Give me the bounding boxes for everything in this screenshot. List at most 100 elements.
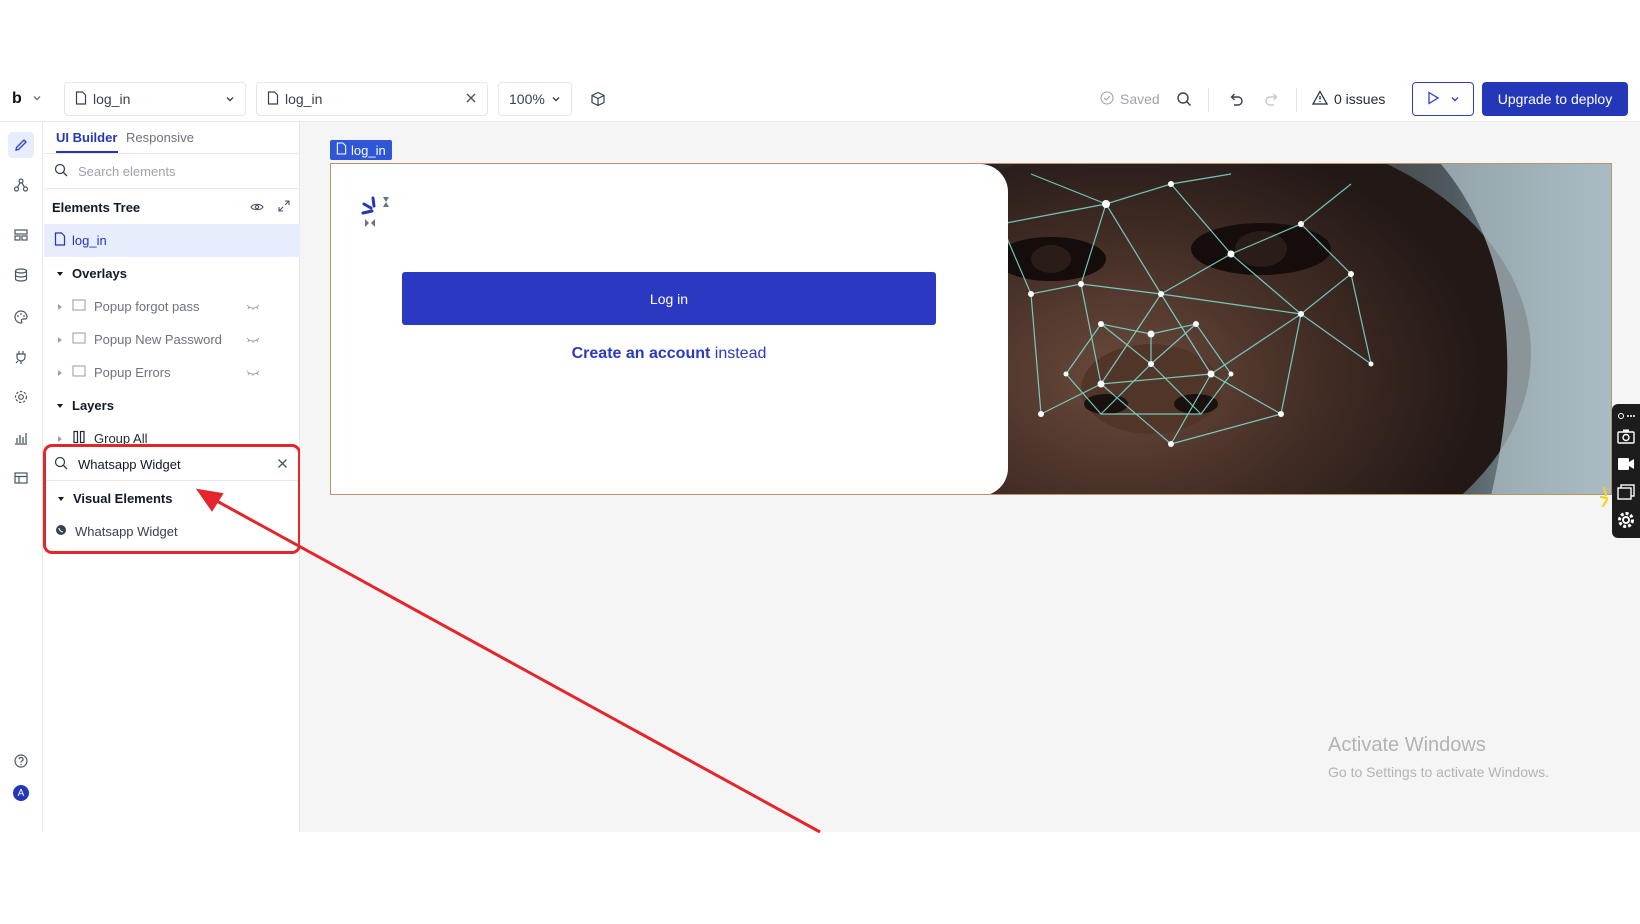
section-label: Visual Elements — [73, 491, 173, 506]
page-icon — [54, 232, 66, 249]
expand-icon[interactable] — [278, 200, 290, 215]
face-mesh-image — [971, 164, 1611, 494]
divider — [1296, 88, 1297, 112]
tree-item-popup-new-password[interactable]: Popup New Password — [44, 323, 300, 356]
play-icon — [1426, 90, 1440, 108]
clear-search-icon[interactable] — [277, 457, 288, 472]
create-account-bold: Create an account — [571, 345, 711, 362]
issues-label: 0 issues — [1334, 91, 1386, 107]
open-page-label: log_in — [285, 91, 323, 107]
close-icon[interactable] — [465, 91, 477, 107]
canvas-page-label[interactable]: log_in — [330, 140, 392, 160]
undo-icon[interactable] — [1224, 82, 1248, 116]
table-icon[interactable] — [8, 465, 34, 491]
tree-section-overlays[interactable]: Overlays — [44, 257, 300, 290]
app-window: b log_in log_in 100% Saved 0 issues Upgr… — [0, 78, 1640, 832]
section-label: Overlays — [72, 266, 127, 281]
gear-icon[interactable] — [1616, 510, 1636, 530]
eye-icon[interactable] — [250, 200, 264, 215]
tree-item-popup-forgot-pass[interactable]: Popup forgot pass — [44, 290, 300, 323]
spinner-icon — [1599, 486, 1614, 513]
highlighted-search-results: Whatsapp Widget Visual Elements Whatsapp… — [43, 444, 301, 554]
zoom-value: 100% — [509, 91, 545, 107]
zoom-selector[interactable]: 100% — [498, 82, 572, 116]
caret-right-icon — [56, 299, 64, 314]
page-frame[interactable]: Log in Create an account instead — [330, 163, 1612, 495]
camera-icon[interactable] — [1616, 426, 1636, 446]
whatsapp-icon — [55, 524, 67, 539]
chevron-down-icon — [225, 91, 235, 107]
hidden-eye-icon[interactable] — [246, 332, 260, 347]
settings-icon[interactable] — [8, 384, 34, 410]
avatar[interactable]: A — [13, 785, 29, 801]
caret-down-icon — [57, 491, 65, 506]
saved-label: Saved — [1120, 91, 1160, 107]
saved-status: Saved — [1100, 82, 1160, 116]
left-icon-sidebar: A — [0, 122, 43, 832]
page-selector-label: log_in — [93, 91, 131, 107]
preview-button[interactable] — [1412, 82, 1474, 116]
log-in-button[interactable]: Log in — [402, 272, 936, 325]
popup-icon — [72, 332, 86, 347]
issues-button[interactable]: 0 issues — [1311, 82, 1386, 116]
result-item-whatsapp-widget[interactable]: Whatsapp Widget — [45, 515, 301, 548]
help-icon[interactable] — [8, 748, 34, 774]
more-icon[interactable] — [1616, 406, 1636, 426]
popup-icon — [72, 299, 86, 314]
result-item-label: Whatsapp Widget — [75, 524, 178, 539]
hidden-eye-icon[interactable] — [246, 365, 260, 380]
search-elements-placeholder: Search elements — [78, 164, 176, 179]
page-icon — [75, 90, 87, 108]
pencil-icon[interactable] — [8, 132, 34, 158]
layout-icon[interactable] — [8, 222, 34, 248]
check-circle-icon — [1100, 90, 1114, 108]
panel-tabs: UI Builder Responsive — [44, 122, 300, 154]
palette-icon[interactable] — [8, 304, 34, 330]
section-label: Layers — [72, 398, 114, 413]
tree-item-label: Popup Errors — [94, 365, 171, 380]
result-section-visual-elements[interactable]: Visual Elements — [45, 482, 301, 515]
open-page-tab[interactable]: log_in — [256, 82, 488, 116]
page-icon — [336, 142, 347, 158]
design-canvas[interactable]: log_in Log in Create an account instead … — [300, 122, 1640, 832]
login-card: Log in Create an account instead — [331, 164, 1008, 494]
cube-icon[interactable] — [586, 82, 610, 116]
warning-icon — [1311, 90, 1329, 108]
caret-down-icon — [56, 398, 64, 413]
window-icon[interactable] — [1616, 482, 1636, 502]
page-selector[interactable]: log_in — [64, 82, 246, 116]
search-icon — [54, 163, 68, 180]
tree-item-log-in[interactable]: log_in — [44, 224, 300, 257]
database-icon[interactable] — [8, 262, 34, 288]
tab-ui-builder[interactable]: UI Builder — [56, 130, 117, 145]
tab-responsive[interactable]: Responsive — [126, 130, 194, 145]
video-icon[interactable] — [1616, 454, 1636, 474]
upgrade-to-deploy-button[interactable]: Upgrade to deploy — [1482, 82, 1628, 116]
search-icon[interactable] — [1172, 82, 1196, 116]
brand-menu[interactable]: b — [12, 82, 42, 116]
redo-icon[interactable] — [1260, 82, 1284, 116]
chevron-down-icon — [1450, 91, 1460, 107]
windows-watermark-title: Activate Windows — [1328, 734, 1486, 756]
chart-icon[interactable] — [8, 425, 34, 451]
tree-item-label: log_in — [72, 233, 107, 248]
tree-item-label: Popup forgot pass — [94, 299, 200, 314]
tree-item-popup-errors[interactable]: Popup Errors — [44, 356, 300, 389]
element-search-input[interactable]: Whatsapp Widget — [46, 449, 298, 481]
caret-right-icon — [56, 365, 64, 380]
windows-watermark-subtitle: Go to Settings to activate Windows. — [1328, 764, 1549, 780]
workflow-icon[interactable] — [8, 172, 34, 198]
popup-icon — [72, 365, 86, 380]
caret-right-icon — [56, 332, 64, 347]
hidden-eye-icon[interactable] — [246, 299, 260, 314]
search-elements-field[interactable]: Search elements — [44, 155, 300, 189]
chevron-down-icon — [32, 90, 42, 108]
create-account-link[interactable]: Create an account instead — [402, 345, 936, 363]
search-value: Whatsapp Widget — [78, 457, 181, 472]
active-tab-underline — [56, 151, 118, 153]
brand-logo-icon — [361, 194, 397, 235]
elements-tree-header: Elements Tree — [44, 191, 300, 224]
canvas-page-name: log_in — [351, 142, 386, 158]
plugin-icon[interactable] — [8, 344, 34, 370]
tree-section-layers[interactable]: Layers — [44, 389, 300, 422]
